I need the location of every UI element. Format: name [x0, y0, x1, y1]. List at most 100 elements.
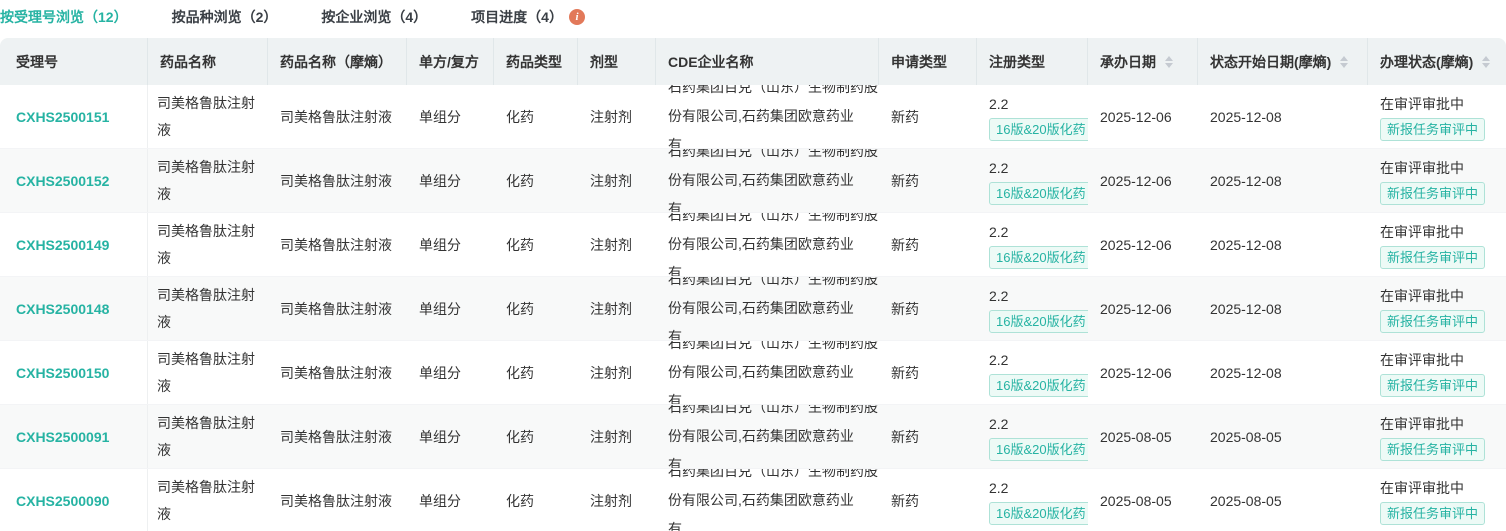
processing-status-cell: 在审评审批中 新报任务审评中 [1368, 341, 1506, 404]
column-header-drug-type: 药品类型 [494, 38, 578, 85]
drug-name-moxiang-cell: 司美格鲁肽注射液 [280, 492, 392, 509]
sort-icon[interactable] [1340, 55, 1349, 68]
mono-compound-cell: 单组分 [419, 108, 461, 125]
cde-company-cell: 石药集团百克（山东）生物制药股份有限公司,石药集团欧意药业有... [668, 341, 878, 404]
column-header-acceptance-date[interactable]: 承办日期 [1088, 38, 1198, 85]
acceptance-no-link[interactable]: CXHS2500148 [16, 295, 109, 323]
results-table: 受理号 药品名称 药品名称（摩熵） 单方/复方 药品类型 剂型 CDE企业名称 … [0, 38, 1506, 531]
processing-status-badge: 新报任务审评中 [1380, 245, 1486, 269]
column-header-application-type: 申请类型 [879, 38, 977, 85]
dosage-form-cell: 注射剂 [590, 300, 632, 317]
tab-browse-by-variety[interactable]: 按品种浏览（2） [172, 7, 278, 27]
drug-name-cell: 司美格鲁肽注射液 [157, 158, 255, 202]
column-header-dosage-form: 剂型 [578, 38, 656, 85]
acceptance-no-link[interactable]: CXHS2500090 [16, 487, 109, 515]
tab-bar: 按受理号浏览（12） 按品种浏览（2） 按企业浏览（4） 项目进度（4） i [0, 0, 1506, 38]
cde-company-cell: 石药集团百克（山东）生物制药股份有限公司,石药集团欧意药业有... [668, 149, 878, 212]
drug-type-cell: 化药 [506, 492, 534, 509]
acceptance-no-cell: CXHS2500148 [0, 277, 148, 340]
tab-label: 项目进度（4） [471, 9, 563, 25]
registration-type-cell: 2.2 16版&20版化药 [977, 149, 1088, 212]
acceptance-no-link[interactable]: CXHS2500152 [16, 167, 109, 195]
processing-status-badge: 新报任务审评中 [1380, 373, 1486, 397]
dosage-form-cell: 注射剂 [590, 364, 632, 381]
acceptance-no-cell: CXHS2500149 [0, 213, 148, 276]
drug-name-moxiang-cell: 司美格鲁肽注射液 [280, 428, 392, 445]
mono-compound-cell: 单组分 [419, 300, 461, 317]
mono-compound-cell: 单组分 [419, 428, 461, 445]
drug-name-cell: 司美格鲁肽注射液 [157, 286, 255, 330]
acceptance-no-link[interactable]: CXHS2500091 [16, 423, 109, 451]
drug-type-cell: 化药 [506, 428, 534, 445]
drug-type-cell: 化药 [506, 364, 534, 381]
drug-name-cell: 司美格鲁肽注射液 [157, 222, 255, 266]
cde-drug-registration-page: 按受理号浏览（12） 按品种浏览（2） 按企业浏览（4） 项目进度（4） i 受… [0, 0, 1506, 531]
application-type-cell: 新药 [891, 364, 919, 381]
drug-type-cell: 化药 [506, 300, 534, 317]
drug-name-moxiang-cell: 司美格鲁肽注射液 [280, 108, 392, 125]
processing-status-value: 在审评审批中 [1380, 95, 1464, 112]
registration-type-badge: 16版&20版化药 [989, 245, 1088, 269]
dosage-form-cell: 注射剂 [590, 172, 632, 189]
acceptance-no-link[interactable]: CXHS2500149 [16, 231, 109, 259]
cde-company-cell: 石药集团百克（山东）生物制药股份有限公司,石药集团欧意药业有... [668, 405, 878, 468]
column-header-drug-name: 药品名称 [148, 38, 268, 85]
acceptance-date-cell: 2025-08-05 [1100, 492, 1172, 509]
dosage-form-cell: 注射剂 [590, 236, 632, 253]
column-header-cde-company: CDE企业名称 [656, 38, 879, 85]
acceptance-no-cell: CXHS2500090 [0, 469, 148, 531]
processing-status-badge: 新报任务审评中 [1380, 181, 1486, 205]
info-icon[interactable]: i [568, 9, 585, 25]
registration-type-value: 2.2 [989, 159, 1009, 176]
processing-status-cell: 在审评审批中 新报任务审评中 [1368, 149, 1506, 212]
status-start-date-cell: 2025-12-08 [1210, 236, 1282, 253]
registration-type-cell: 2.2 16版&20版化药 [977, 213, 1088, 276]
processing-status-value: 在审评审批中 [1380, 479, 1464, 496]
application-type-cell: 新药 [891, 492, 919, 509]
drug-name-moxiang-cell: 司美格鲁肽注射液 [280, 364, 392, 381]
tab-project-progress[interactable]: 项目进度（4） i [471, 7, 585, 27]
status-start-date-cell: 2025-12-08 [1210, 364, 1282, 381]
column-header-processing-status[interactable]: 办理状态(摩熵) [1368, 38, 1506, 85]
tab-browse-by-acceptance-no[interactable]: 按受理号浏览（12） [0, 7, 128, 27]
drug-type-cell: 化药 [506, 236, 534, 253]
application-type-cell: 新药 [891, 236, 919, 253]
registration-type-cell: 2.2 16版&20版化药 [977, 405, 1088, 468]
processing-status-cell: 在审评审批中 新报任务审评中 [1368, 85, 1506, 148]
table-row: CXHS2500150 司美格鲁肽注射液 司美格鲁肽注射液 单组分 化药 注射剂… [0, 341, 1506, 405]
tab-browse-by-company[interactable]: 按企业浏览（4） [321, 7, 427, 27]
registration-type-cell: 2.2 16版&20版化药 [977, 341, 1088, 404]
cde-company-cell: 石药集团百克（山东）生物制药股份有限公司,石药集团欧意药业有... [668, 277, 878, 340]
acceptance-no-cell: CXHS2500150 [0, 341, 148, 404]
acceptance-no-cell: CXHS2500151 [0, 85, 148, 148]
drug-name-moxiang-cell: 司美格鲁肽注射液 [280, 172, 392, 189]
application-type-cell: 新药 [891, 428, 919, 445]
column-header-status-start-date[interactable]: 状态开始日期(摩熵) [1198, 38, 1368, 85]
mono-compound-cell: 单组分 [419, 236, 461, 253]
processing-status-value: 在审评审批中 [1380, 223, 1464, 240]
cde-company-cell: 石药集团百克（山东）生物制药股份有限公司,石药集团欧意药业有... [668, 213, 878, 276]
column-header-label: 承办日期 [1100, 53, 1156, 70]
table-body: CXHS2500151 司美格鲁肽注射液 司美格鲁肽注射液 单组分 化药 注射剂… [0, 85, 1506, 531]
processing-status-badge: 新报任务审评中 [1380, 501, 1486, 525]
acceptance-date-cell: 2025-08-05 [1100, 428, 1172, 445]
dosage-form-cell: 注射剂 [590, 428, 632, 445]
registration-type-badge: 16版&20版化药 [989, 181, 1088, 205]
acceptance-no-link[interactable]: CXHS2500151 [16, 103, 109, 131]
registration-type-cell: 2.2 16版&20版化药 [977, 469, 1088, 531]
processing-status-cell: 在审评审批中 新报任务审评中 [1368, 277, 1506, 340]
acceptance-date-cell: 2025-12-06 [1100, 172, 1172, 189]
acceptance-date-cell: 2025-12-06 [1100, 300, 1172, 317]
drug-name-cell: 司美格鲁肽注射液 [157, 350, 255, 394]
processing-status-badge: 新报任务审评中 [1380, 309, 1486, 333]
sort-icon[interactable] [1165, 55, 1173, 68]
registration-type-value: 2.2 [989, 351, 1009, 368]
status-start-date-cell: 2025-12-08 [1210, 172, 1282, 189]
processing-status-cell: 在审评审批中 新报任务审评中 [1368, 405, 1506, 468]
acceptance-no-cell: CXHS2500152 [0, 149, 148, 212]
acceptance-no-link[interactable]: CXHS2500150 [16, 359, 109, 387]
status-start-date-cell: 2025-12-08 [1210, 108, 1282, 125]
sort-icon[interactable] [1482, 55, 1491, 68]
registration-type-value: 2.2 [989, 287, 1009, 304]
application-type-cell: 新药 [891, 172, 919, 189]
